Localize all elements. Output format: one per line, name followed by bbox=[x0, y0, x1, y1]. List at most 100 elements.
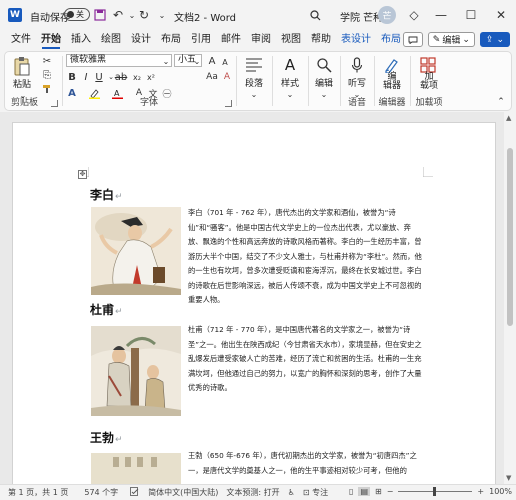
addins-group-label: 加载项 bbox=[415, 98, 443, 108]
copy-icon[interactable]: ⎘ bbox=[41, 69, 53, 81]
tab-review[interactable]: 审阅 bbox=[246, 30, 276, 50]
addins-button[interactable]: 加 载项 bbox=[409, 73, 449, 91]
maximize-button[interactable]: ☐ bbox=[456, 0, 486, 30]
italic-icon[interactable]: I bbox=[80, 71, 92, 83]
autosave-toggle[interactable]: 关 bbox=[64, 8, 90, 21]
collapse-ribbon-icon[interactable]: ⌃ bbox=[495, 96, 507, 108]
tab-help[interactable]: 帮助 bbox=[306, 30, 336, 50]
web-layout-icon[interactable]: ⊞ bbox=[375, 487, 382, 496]
close-button[interactable]: ✕ bbox=[486, 0, 516, 30]
tab-table-design[interactable]: 表设计 bbox=[336, 30, 376, 50]
change-case-icon[interactable]: Aa bbox=[206, 71, 218, 83]
font-name-select[interactable]: 微软雅黑 bbox=[66, 54, 172, 67]
editor-group: 编 辑器 编辑器 bbox=[375, 52, 409, 110]
editing-mode-button[interactable]: ✎ 编辑 ⌄ bbox=[427, 32, 475, 47]
table-move-handle[interactable]: ✥ bbox=[78, 170, 87, 179]
editing-group[interactable]: 编辑 ⌄ bbox=[309, 52, 339, 110]
share-button[interactable]: ⇪ ⌄ bbox=[479, 32, 510, 47]
paragraph-group[interactable]: 段落 ⌄ bbox=[237, 52, 271, 110]
strikethrough-icon[interactable]: ab bbox=[115, 71, 127, 83]
cut-icon[interactable]: ✂ bbox=[41, 55, 53, 67]
minimize-button[interactable]: — bbox=[426, 0, 456, 30]
chevron-down-icon: ⌄ bbox=[462, 34, 470, 45]
editor-group-label: 编辑器 bbox=[378, 98, 406, 108]
microphone-icon[interactable] bbox=[346, 54, 368, 76]
chevron-down-icon[interactable]: ⌄ bbox=[191, 55, 203, 67]
clear-formatting-icon[interactable]: A bbox=[221, 71, 233, 83]
grow-font-icon[interactable]: A bbox=[206, 55, 218, 67]
format-painter-icon[interactable] bbox=[41, 83, 53, 95]
save-icon[interactable] bbox=[92, 7, 108, 23]
avatar[interactable]: 芒 bbox=[378, 6, 396, 24]
chevron-down-icon[interactable]: ⌄ bbox=[160, 55, 172, 67]
text-prediction-status[interactable]: 文本预测: 打开 bbox=[222, 487, 283, 498]
tab-insert[interactable]: 插入 bbox=[66, 30, 96, 50]
word-count[interactable]: 574 个字 bbox=[80, 487, 122, 498]
tab-mailings[interactable]: 邮件 bbox=[216, 30, 246, 50]
zoom-slider-thumb[interactable] bbox=[433, 487, 437, 496]
scroll-down-icon[interactable]: ▼ bbox=[506, 474, 511, 482]
document-page[interactable]: ✥ 李白↵ 李白（701 年 - 762 年），唐代杰出的文学家和酒仙，被誉为“… bbox=[12, 122, 496, 484]
portrait-libai[interactable] bbox=[91, 207, 181, 295]
paragraph-mark-icon: ↵ bbox=[115, 307, 123, 317]
tab-view[interactable]: 视图 bbox=[276, 30, 306, 50]
ribbon: 粘贴 ⌄ ✂ ⎘ 剪贴板 微软雅黑 ⌄ 小五 ⌄ A A Aa A B I U … bbox=[4, 51, 512, 111]
tab-layout[interactable]: 布局 bbox=[156, 30, 186, 50]
margin-corner-top-right bbox=[423, 167, 433, 177]
zoom-level[interactable]: 100% bbox=[489, 487, 512, 496]
read-mode-icon[interactable]: ▯ bbox=[349, 487, 353, 496]
search-icon[interactable] bbox=[307, 7, 323, 23]
clipboard-launcher-icon[interactable] bbox=[51, 100, 58, 107]
proofing-icon[interactable] bbox=[126, 487, 144, 498]
subscript-icon[interactable]: x₂ bbox=[131, 71, 143, 83]
language-status[interactable]: 简体中文(中国大陆) bbox=[144, 487, 222, 498]
focus-button[interactable]: ⊡ 专注 bbox=[299, 487, 332, 498]
font-launcher-icon[interactable] bbox=[225, 100, 232, 107]
zoom-in-button[interactable]: + bbox=[477, 487, 484, 496]
chevron-down-icon: ⌄ bbox=[320, 89, 328, 99]
menu-bar: 文件 开始 插入 绘图 设计 布局 引用 邮件 审阅 视图 帮助 表设计 布局 … bbox=[0, 30, 516, 50]
tab-references[interactable]: 引用 bbox=[186, 30, 216, 50]
zoom-out-button[interactable]: − bbox=[387, 487, 394, 496]
view-and-zoom-controls: ▯ ▤ ⊞ − + 100% bbox=[349, 487, 512, 496]
underline-icon[interactable]: U bbox=[93, 71, 105, 83]
portrait-dufu[interactable] bbox=[91, 326, 181, 416]
print-layout-icon[interactable]: ▤ bbox=[358, 487, 371, 496]
accessibility-icon[interactable]: ♿ bbox=[284, 488, 299, 497]
tab-home[interactable]: 开始 bbox=[36, 30, 66, 50]
shrink-font-icon[interactable]: A bbox=[219, 56, 231, 68]
superscript-icon[interactable]: x² bbox=[145, 71, 157, 83]
bold-icon[interactable]: B bbox=[66, 71, 78, 83]
redo-icon[interactable]: ↻ bbox=[136, 7, 152, 23]
tab-file[interactable]: 文件 bbox=[6, 30, 36, 50]
tab-design[interactable]: 设计 bbox=[126, 30, 156, 50]
styles-icon: A bbox=[284, 56, 296, 74]
word-logo-icon: W bbox=[8, 8, 22, 22]
find-icon bbox=[313, 54, 335, 76]
tab-draw[interactable]: 绘图 bbox=[96, 30, 126, 50]
zoom-slider[interactable] bbox=[398, 487, 473, 496]
poet-name-dufu: 杜甫↵ bbox=[90, 303, 123, 317]
diamond-icon[interactable]: ◇ bbox=[406, 7, 422, 23]
font-group: 微软雅黑 ⌄ 小五 ⌄ A A Aa A B I U ⌄ ab x₂ x² A … bbox=[63, 52, 235, 110]
document-area[interactable]: ✥ 李白↵ 李白（701 年 - 762 年），唐代杰出的文学家和酒仙，被誉为“… bbox=[0, 112, 504, 484]
focus-icon: ⊡ bbox=[302, 488, 310, 497]
title-bar: W 自动保存 关 ↶ ⌄ ↻ ⌄ 文档2 - Word 学院 芒种 芒 ◇ — … bbox=[0, 0, 516, 30]
clipboard-group: 粘贴 ⌄ ✂ ⎘ 剪贴板 bbox=[5, 52, 61, 110]
paragraph-mark-icon: ↵ bbox=[115, 192, 123, 202]
scrollbar-thumb[interactable] bbox=[507, 148, 513, 326]
page-count[interactable]: 第 1 页，共 1 页 bbox=[4, 487, 72, 498]
paste-icon[interactable] bbox=[11, 55, 33, 77]
poet-name-libai: 李白↵ bbox=[90, 188, 123, 202]
tab-table-layout[interactable]: 布局 bbox=[376, 30, 406, 50]
customize-toolbar-icon[interactable]: ⌄ bbox=[154, 7, 170, 23]
voice-group: 听写 ⌄ 语音 bbox=[341, 52, 373, 110]
scroll-up-icon[interactable]: ▲ bbox=[506, 114, 511, 122]
editor-button[interactable]: 编 辑器 bbox=[372, 73, 412, 91]
paragraph-mark-icon: ↵ bbox=[115, 435, 123, 445]
styles-group[interactable]: A 样式 ⌄ bbox=[273, 52, 307, 110]
user-name[interactable]: 学院 芒种 bbox=[340, 9, 383, 24]
comments-button[interactable] bbox=[402, 32, 423, 47]
poet-bio-libai: 李白（701 年 - 762 年），唐代杰出的文学家和酒仙，被誉为“诗仙”和“骚… bbox=[188, 208, 422, 304]
portrait-wangbo[interactable] bbox=[91, 453, 181, 484]
